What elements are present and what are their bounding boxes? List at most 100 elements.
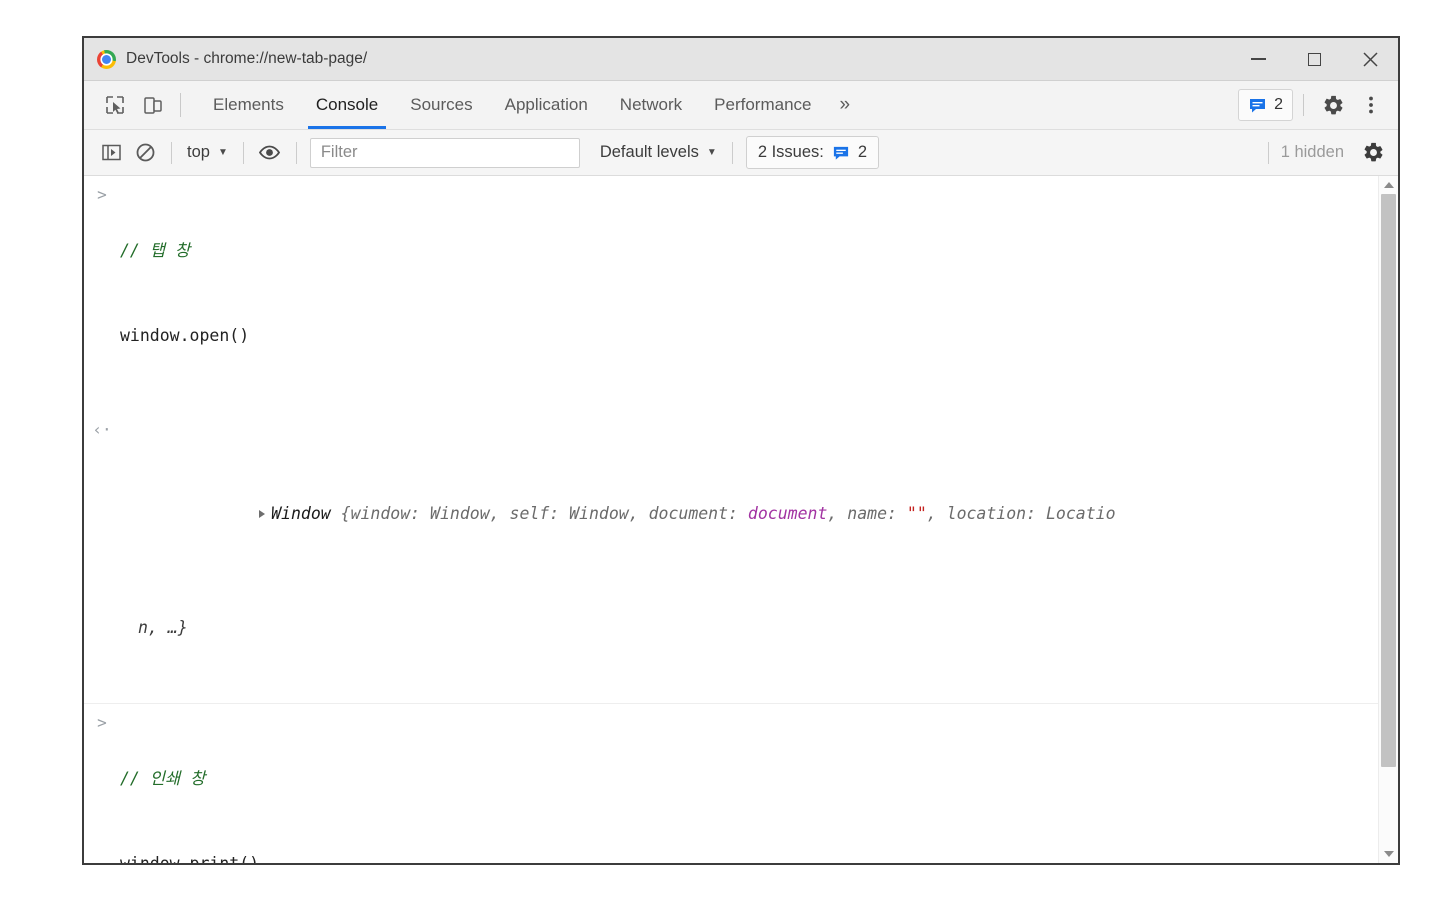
chrome-logo-icon — [97, 49, 116, 69]
devtools-window: DevTools - chrome://new-tab-page/ Elemen… — [82, 36, 1400, 865]
toolbar-divider-2 — [242, 141, 244, 164]
inspect-element-icon — [106, 96, 124, 114]
toolbar-divider-1 — [171, 141, 172, 164]
scrollbar-up-arrow[interactable] — [1379, 176, 1398, 194]
tabstrip-tools — [84, 81, 189, 129]
console-result-content[interactable]: Window {window: Window, self: Window, do… — [120, 415, 1378, 699]
clear-console-button[interactable] — [128, 136, 162, 170]
issues-speech-bubble-icon — [1250, 98, 1266, 112]
console-input-content[interactable]: // 인쇄 창 window.print() — [120, 708, 1378, 864]
tab-performance[interactable]: Performance — [698, 81, 827, 129]
console-input-row: > // 인쇄 창 window.print() — [84, 704, 1378, 863]
chevron-down-icon: ▼ — [706, 146, 717, 158]
object-brace: { — [340, 504, 351, 524]
object-constructor: Window — [271, 504, 341, 524]
input-marker: > — [97, 185, 107, 204]
code-comment: // 탭 창 — [120, 240, 191, 260]
tab-console[interactable]: Console — [300, 81, 394, 129]
console-input-row: > // 탭 창 window.open() — [84, 176, 1378, 411]
tab-application-label: Application — [504, 95, 588, 114]
devtools-tabstrip: Elements Console Sources Application Net… — [84, 81, 1398, 130]
more-tabs-button[interactable]: » — [827, 81, 862, 129]
console-filter-input[interactable] — [309, 137, 580, 168]
tab-elements[interactable]: Elements — [197, 81, 300, 129]
tab-console-label: Console — [315, 95, 379, 114]
object-part-2: , name: — [827, 504, 907, 524]
window-title: DevTools - chrome://new-tab-page/ — [126, 50, 368, 67]
tabstrip-right-divider — [1303, 94, 1304, 116]
issues-button-count: 2 — [857, 143, 868, 161]
device-toolbar-button[interactable] — [134, 86, 172, 124]
console-result-row: ‹· Window {window: Window, self: Window,… — [84, 411, 1378, 704]
window-titlebar: DevTools - chrome://new-tab-page/ — [84, 38, 1398, 81]
execution-context-selector[interactable]: top ▼ — [181, 138, 234, 168]
execution-context-label: top — [187, 143, 210, 161]
object-part-document: document — [747, 504, 828, 524]
toolbar-divider-4 — [731, 141, 733, 164]
log-levels-selector[interactable]: Default levels ▼ — [594, 138, 723, 168]
tab-performance-label: Performance — [714, 95, 812, 114]
minimize-button[interactable] — [1230, 38, 1286, 80]
input-marker: > — [97, 712, 107, 732]
device-toolbar-icon — [144, 97, 162, 114]
scrollbar-track[interactable] — [1379, 194, 1398, 845]
tab-sources-label: Sources — [410, 95, 473, 114]
hidden-messages-label: 1 hidden — [1280, 143, 1344, 161]
object-part-string: "" — [906, 504, 927, 524]
maximize-button[interactable] — [1286, 38, 1342, 80]
settings-button[interactable] — [1314, 86, 1352, 124]
console-sidebar-toggle-icon — [101, 144, 121, 161]
console-sidebar-toggle-button[interactable] — [94, 136, 128, 170]
log-levels-label: Default levels — [599, 143, 699, 161]
live-expression-eye-icon — [259, 145, 281, 160]
gear-icon — [1324, 95, 1342, 114]
tabstrip-divider — [180, 93, 181, 117]
maximize-icon — [1307, 52, 1321, 66]
issues-badge[interactable]: 2 — [1238, 89, 1293, 121]
screenshot-root: DevTools - chrome://new-tab-page/ Elemen… — [0, 0, 1440, 912]
code-comment: // 인쇄 창 — [120, 768, 206, 788]
object-preview[interactable]: Window {window: Window, self: Window, do… — [120, 472, 1362, 557]
chevron-down-icon: ▼ — [217, 146, 228, 158]
code-expression: window.open() — [120, 325, 250, 345]
three-dot-menu-icon — [1369, 96, 1373, 114]
console-body: > // 탭 창 window.open() ‹· Window {window… — [84, 176, 1398, 863]
console-filter-toolbar: top ▼ Default levels ▼ 2 Issues: — [84, 130, 1398, 176]
tab-application[interactable]: Application — [489, 81, 604, 129]
gear-icon — [1364, 142, 1382, 162]
tab-network-label: Network — [619, 95, 683, 114]
console-settings-button[interactable] — [1356, 136, 1390, 170]
expand-triangle-icon[interactable] — [259, 510, 266, 519]
scrollbar-down-arrow[interactable] — [1379, 845, 1398, 863]
issues-toolbar-button[interactable]: 2 Issues: 2 — [745, 136, 880, 169]
result-marker: ‹· — [92, 420, 112, 439]
scrollbar-thumb[interactable] — [1381, 194, 1396, 767]
issues-button-label: 2 Issues: — [757, 143, 824, 161]
object-part-4: , location: Locatio — [926, 504, 1116, 524]
chevron-down-icon — [1383, 851, 1394, 857]
code-expression: window.print() — [120, 850, 1362, 863]
console-scrollbar[interactable] — [1378, 176, 1398, 863]
clear-console-icon — [136, 143, 154, 162]
tab-sources[interactable]: Sources — [394, 81, 488, 129]
tab-list: Elements Console Sources Application Net… — [189, 81, 1238, 129]
close-icon — [1362, 51, 1378, 67]
issues-badge-count: 2 — [1274, 96, 1283, 113]
console-input-content[interactable]: // 탭 창 window.open() — [120, 180, 1378, 407]
chevron-up-icon — [1383, 182, 1394, 188]
titlebar-left: DevTools - chrome://new-tab-page/ — [84, 49, 1230, 69]
live-expression-button[interactable] — [253, 136, 287, 170]
window-controls — [1230, 38, 1398, 80]
tab-elements-label: Elements — [213, 95, 284, 114]
tabstrip-right: 2 — [1238, 81, 1398, 129]
more-options-button[interactable] — [1352, 86, 1390, 124]
inspect-element-button[interactable] — [96, 86, 134, 124]
toolbar-divider-5 — [1267, 141, 1269, 164]
toolbar-divider-3 — [295, 141, 297, 164]
close-button[interactable] — [1342, 38, 1398, 80]
tab-network[interactable]: Network — [604, 81, 698, 129]
issues-speech-bubble-icon — [833, 146, 848, 160]
minimize-icon — [1250, 58, 1266, 60]
object-preview-wrap-line: n, …} — [138, 617, 188, 637]
console-message-list: > // 탭 창 window.open() ‹· Window {window… — [84, 176, 1378, 863]
